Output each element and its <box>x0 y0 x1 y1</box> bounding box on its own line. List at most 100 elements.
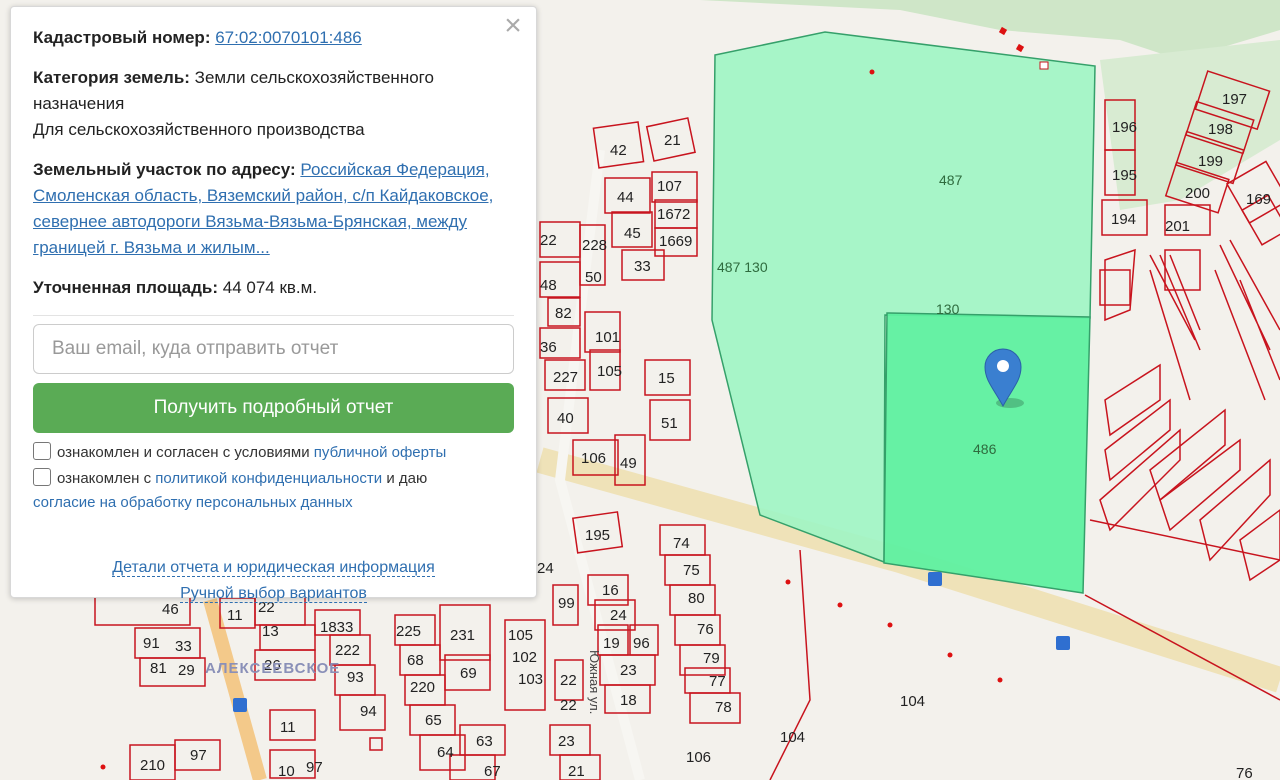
personal-data-link[interactable]: согласие на обработку персональных данны… <box>33 494 353 511</box>
parcel-number: 196 <box>1112 119 1137 136</box>
parcel-number: 21 <box>568 763 585 780</box>
panel-footer: Детали отчета и юридическая информация Р… <box>33 555 514 607</box>
parcel-486-label: 486 <box>973 441 997 457</box>
parcel-number: 10 <box>278 763 295 780</box>
parcel-number: 40 <box>557 410 574 427</box>
parcel-number: 104 <box>900 693 925 710</box>
parcel-130-label: 130 <box>936 301 960 317</box>
parcel-number: 50 <box>585 269 602 286</box>
parcel-number: 82 <box>555 305 572 322</box>
manual-selection-link[interactable]: Ручной выбор вариантов <box>180 585 367 603</box>
parcel-number: 24 <box>610 607 627 624</box>
parcel-number: 91 <box>143 635 160 652</box>
privacy-consent-text-2: и даю <box>386 470 428 487</box>
parcel-number: 227 <box>553 369 578 386</box>
parcel-number: 99 <box>558 595 575 612</box>
privacy-checkbox[interactable] <box>33 468 51 486</box>
report-details-link[interactable]: Детали отчета и юридическая информация <box>112 559 435 577</box>
parcel-number: 210 <box>140 757 165 774</box>
parcel-number: 77 <box>709 673 726 690</box>
parcel-number: 16 <box>602 582 619 599</box>
parcel-number: 42 <box>610 142 627 159</box>
parcel-number: 63 <box>476 733 493 750</box>
parcel-number: 33 <box>634 258 651 275</box>
offer-consent-row: ознакомлен и согласен с условиями публич… <box>33 441 514 465</box>
cadastral-row: Кадастровый номер: 67:02:0070101:486 <box>33 25 514 51</box>
address-row: Земельный участок по адресу: Российская … <box>33 157 514 261</box>
parcel-number: 22 <box>560 672 577 689</box>
divider <box>33 315 514 316</box>
area-label: Уточненная площадь: <box>33 278 218 297</box>
parcel-number: 96 <box>633 635 650 652</box>
parcel-number: 49 <box>620 455 637 472</box>
area-row: Уточненная площадь: 44 074 кв.м. <box>33 275 514 301</box>
usage-value: Для сельскохозяйственного производства <box>33 120 365 139</box>
parcel-number: 105 <box>597 363 622 380</box>
street-label: Южная ул. <box>587 650 602 714</box>
parcel-number: 22 <box>560 697 577 714</box>
parcel-number: 33 <box>175 638 192 655</box>
parcel-number: 18 <box>620 692 637 709</box>
parcel-number: 51 <box>661 415 678 432</box>
offer-link[interactable]: публичной оферты <box>314 444 447 461</box>
privacy-consent-text: ознакомлен с <box>57 470 152 487</box>
parcel-number: 11 <box>227 607 243 624</box>
parcel-number: 197 <box>1222 91 1247 108</box>
parcel-number: 94 <box>360 703 377 720</box>
parcel-number: 24 <box>537 560 554 577</box>
area-value: 44 074 кв.м. <box>222 278 318 297</box>
parcel-number: 22 <box>540 232 557 249</box>
parcel-number: 195 <box>585 527 610 544</box>
email-input[interactable]: Ваш email, куда отправить отчет <box>33 324 514 374</box>
parcel-number: 29 <box>178 662 195 679</box>
parcel-number: 225 <box>396 623 421 640</box>
parcel-number: 106 <box>581 450 606 467</box>
parcel-number: 23 <box>620 662 637 679</box>
parcel-number: 36 <box>540 339 557 356</box>
parcel-number: 220 <box>410 679 435 696</box>
offer-checkbox[interactable] <box>33 442 51 460</box>
parcel-number: 69 <box>460 665 477 682</box>
parcel-number: 64 <box>437 744 454 761</box>
get-report-button[interactable]: Получить подробный отчет <box>33 383 514 433</box>
parcel-number: 201 <box>1165 218 1190 235</box>
parcel-number: 200 <box>1185 185 1210 202</box>
parcel-number: 45 <box>624 225 641 242</box>
category-label: Категория земель: <box>33 68 190 87</box>
parcel-number: 103 <box>518 671 543 688</box>
category-row: Категория земель: Земли сельскохозяйстве… <box>33 65 514 143</box>
parcel-number: 228 <box>582 237 607 254</box>
parcel-number: 15 <box>658 370 675 387</box>
address-label: Земельный участок по адресу: <box>33 160 296 179</box>
parcel-number: 231 <box>450 627 475 644</box>
parcel-number: 102 <box>512 649 537 666</box>
parcel-number: 44 <box>617 189 634 206</box>
parcel-number: 104 <box>780 729 805 746</box>
cadastral-number-link[interactable]: 67:02:0070101:486 <box>215 28 362 47</box>
parcel-number: 198 <box>1208 121 1233 138</box>
parcel-number: 75 <box>683 562 700 579</box>
parcel-number: 21 <box>664 132 681 149</box>
parcel-number: 13 <box>262 623 279 640</box>
parcel-number: 79 <box>703 650 720 667</box>
parcel-number: 1669 <box>659 233 692 250</box>
village-label: АЛЕКСЕЕВСКОЕ <box>205 660 340 677</box>
parcel-number: 78 <box>715 699 732 716</box>
parcel-number: 199 <box>1198 153 1223 170</box>
parcel-number: 1833 <box>320 619 353 636</box>
close-icon[interactable]: × <box>500 11 526 41</box>
parcel-487-side-label: 487 130 <box>717 259 768 275</box>
parcel-number: 76 <box>697 621 714 638</box>
parcel-number: 169 <box>1246 191 1271 208</box>
parcel-number: 74 <box>673 535 690 552</box>
parcel-number: 11 <box>280 719 296 736</box>
cadastral-label: Кадастровый номер: <box>33 28 211 47</box>
privacy-policy-link[interactable]: политикой конфиденциальности <box>155 470 382 487</box>
parcel-number: 80 <box>688 590 705 607</box>
parcel-number: 222 <box>335 642 360 659</box>
parcel-number: 101 <box>595 329 620 346</box>
parcel-number: 68 <box>407 652 424 669</box>
parcel-number: 19 <box>603 635 620 652</box>
parcel-number: 1672 <box>657 206 690 223</box>
parcel-487-label: 487 <box>939 172 963 188</box>
